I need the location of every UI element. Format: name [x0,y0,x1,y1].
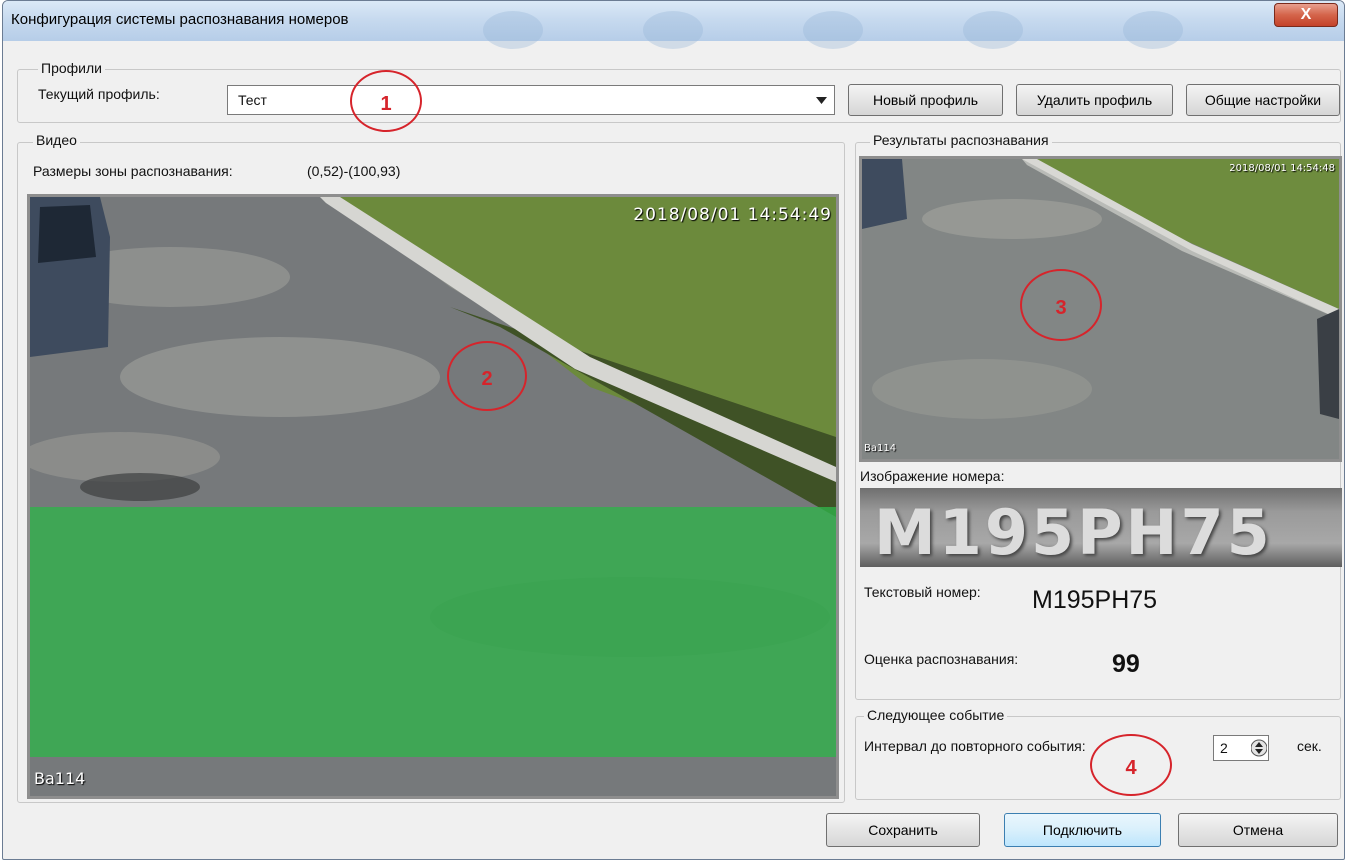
interval-unit: сек. [1297,738,1322,754]
snapshot-timestamp: 2018/08/01 14:54:48 [1229,163,1335,174]
chevron-down-icon [816,97,827,104]
text-number-value: M195PH75 [1032,586,1158,614]
titlebar-decoration [1123,11,1183,49]
interval-stepper[interactable]: 2 [1213,735,1269,761]
zone-size-value: (0,52)-(100,93) [307,163,401,179]
plate-image: M195PH75 [860,488,1342,567]
plate-image-label: Изображение номера: [860,468,1005,484]
annotation-marker-1: 1 [350,70,422,132]
delete-profile-button[interactable]: Удалить профиль [1016,84,1173,116]
video-scene [30,197,836,796]
text-number-label: Текстовый номер: [864,584,981,600]
titlebar-decoration [803,11,863,49]
profile-select[interactable]: Тест [227,85,835,115]
general-settings-button[interactable]: Общие настройки [1186,84,1340,116]
annotation-marker-2: 2 [447,341,527,411]
new-profile-button[interactable]: Новый профиль [848,84,1003,116]
video-preview[interactable]: 2018/08/01 14:54:49 Ba114 [27,194,839,799]
plate-image-characters: M195PH75 [874,496,1273,567]
profiles-group-label: Профили [38,60,105,76]
titlebar-decoration [643,11,703,49]
score-label: Оценка распознавания: [864,651,1019,667]
titlebar-decoration [963,11,1023,49]
snapshot-camera-tag: Ba114 [864,443,897,454]
interval-value: 2 [1220,740,1228,756]
next-event-group-label: Следующее событие [864,707,1008,723]
config-window: Конфигурация системы распознавания номер… [2,0,1345,860]
close-icon: X [1300,6,1312,23]
video-camera-tag: Ba114 [34,769,86,788]
titlebar-decoration [483,11,543,49]
video-group-label: Видео [33,132,80,148]
score-value: 99 [1112,650,1140,678]
current-profile-label: Текущий профиль: [38,86,160,102]
results-group-label: Результаты распознавания [870,132,1052,148]
window-title: Конфигурация системы распознавания номер… [11,11,349,28]
cancel-button[interactable]: Отмена [1178,813,1338,847]
interval-label: Интервал до повторного события: [864,738,1086,754]
spin-arrows-icon[interactable] [1251,739,1267,757]
zone-size-label: Размеры зоны распознавания: [33,163,233,179]
close-button[interactable]: X [1274,3,1338,27]
annotation-marker-4: 4 [1090,734,1172,796]
save-button[interactable]: Сохранить [826,813,980,847]
profile-select-value: Тест [238,92,267,108]
title-bar[interactable]: Конфигурация системы распознавания номер… [3,1,1344,49]
video-timestamp: 2018/08/01 14:54:49 [633,205,832,225]
connect-button[interactable]: Подключить [1004,813,1161,847]
annotation-marker-3: 3 [1020,269,1102,341]
